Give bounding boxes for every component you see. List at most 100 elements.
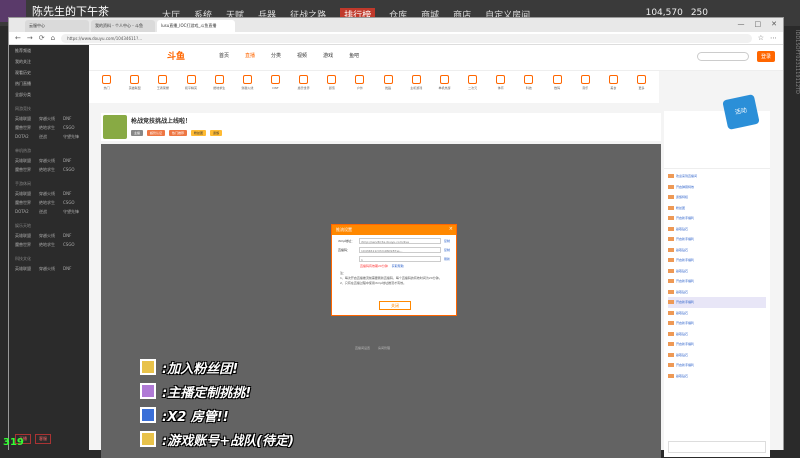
category-item[interactable]: 颜值 <box>320 75 343 99</box>
rtmp-row: rtmp地址： rtmp://sendtc3a.douyu.com/live 复… <box>332 235 456 244</box>
sidebar-game[interactable]: DOTA2 <box>15 134 35 140</box>
room-tag[interactable]: 粉丝团 <box>191 130 207 136</box>
login-button[interactable]: 登录 <box>756 51 775 62</box>
forward-icon[interactable]: → <box>27 34 33 42</box>
sidebar-game[interactable]: CSGO <box>63 200 83 206</box>
room-tag[interactable]: 主播 <box>131 130 144 136</box>
sidebar-game[interactable]: 英雄联盟 <box>15 233 35 239</box>
category-item[interactable]: 主机游戏 <box>405 75 428 99</box>
sidebar-game[interactable]: 英雄联盟 <box>15 191 35 197</box>
sidebar-item[interactable]: 推荐频道 <box>9 45 89 56</box>
category-item[interactable]: 音乐 <box>574 75 597 99</box>
category-item[interactable]: 魔兽世界 <box>292 75 315 99</box>
nav-item[interactable]: 视频 <box>297 52 307 59</box>
close-icon[interactable]: ✕ <box>771 20 777 28</box>
home-icon[interactable]: ⌂ <box>51 34 55 42</box>
maximize-icon[interactable]: □ <box>755 20 762 28</box>
sidebar-game[interactable]: CSGO <box>63 167 83 173</box>
sidebar-game[interactable]: CSGO <box>63 125 83 131</box>
sidebar-game[interactable]: 穿越火线 <box>39 233 59 239</box>
star-icon[interactable]: ☆ <box>758 34 764 42</box>
sidebar-game[interactable]: 魔兽世界 <box>15 125 35 131</box>
sidebar-game[interactable]: 逆战 <box>39 134 59 140</box>
sidebar-game[interactable]: 魔兽世界 <box>15 242 35 248</box>
browser-tab[interactable]: 云服中心 <box>25 20 89 32</box>
option-select[interactable]: 1 <box>359 256 441 262</box>
sidebar-game[interactable]: DNF <box>63 233 83 239</box>
sidebar-game[interactable]: 绝地求生 <box>39 200 59 206</box>
sidebar-game[interactable]: 绝地求生 <box>39 242 59 248</box>
sidebar-game[interactable]: 穿越火线 <box>39 191 59 197</box>
nav-item[interactable]: 游戏 <box>323 52 333 59</box>
nav-item[interactable]: 分类 <box>271 52 281 59</box>
category-item[interactable]: 二次元 <box>461 75 484 99</box>
sidebar-item[interactable]: 观看历史 <box>9 67 89 78</box>
sidebar-game[interactable]: 英雄联盟 <box>15 116 35 122</box>
room-tag[interactable]: 超管认证 <box>147 130 166 136</box>
category-item[interactable]: 舞蹈 <box>377 75 400 99</box>
category-item[interactable]: 热门 <box>95 75 118 99</box>
category-item[interactable]: 穿越火线 <box>236 75 259 99</box>
browser-tab[interactable]: 我的资料 - 个人中心 - 斗鱼 <box>91 20 155 32</box>
category-item[interactable]: 美食 <box>602 75 625 99</box>
room-tag[interactable]: 热门推荐 <box>169 130 188 136</box>
reload-icon[interactable]: ⟳ <box>39 34 45 42</box>
sidebar-item[interactable]: 热门直播 <box>9 78 89 89</box>
room-settings-link[interactable]: 直播间设置 <box>355 346 370 350</box>
sidebar-game[interactable]: 英雄联盟 <box>15 266 35 272</box>
sidebar-game[interactable]: DNF <box>63 116 83 122</box>
dialog-close-button[interactable]: 关闭 <box>379 301 411 310</box>
category-item[interactable]: 和平精英 <box>179 75 202 99</box>
sidebar-game[interactable]: 魔兽世界 <box>15 167 35 173</box>
sidebar-game[interactable]: 穿越火线 <box>39 266 59 272</box>
site-logo[interactable]: 斗鱼 <box>167 49 185 62</box>
sidebar-game[interactable]: 守望先锋 <box>63 209 83 215</box>
room-tag[interactable]: 贵族 <box>210 130 223 136</box>
back-icon[interactable]: ← <box>15 34 21 42</box>
menu-icon[interactable]: ⋯ <box>770 34 777 42</box>
sidebar-game[interactable]: 穿越火线 <box>39 158 59 164</box>
url-input[interactable]: https://www.douyu.com/10434611?... <box>61 33 752 43</box>
sidebar-game[interactable]: DNF <box>63 191 83 197</box>
sidebar-game[interactable]: 守望先锋 <box>63 134 83 140</box>
sidebar-game[interactable]: 绝地求生 <box>39 125 59 131</box>
category-item[interactable]: 英雄联盟 <box>123 75 146 99</box>
category-item[interactable]: 更多 <box>630 75 653 99</box>
sidebar-game[interactable]: DOTA2 <box>15 209 35 215</box>
sidebar-game[interactable]: 英雄联盟 <box>15 158 35 164</box>
category-item[interactable]: DNF <box>264 75 287 99</box>
nav-item[interactable]: 首页 <box>219 52 229 59</box>
refresh-link[interactable]: 刷新 <box>444 257 450 261</box>
stream-code-field[interactable]: 10434611rOhm9NVk87ss... <box>359 247 441 253</box>
sidebar-game[interactable]: 穿越火线 <box>39 116 59 122</box>
sidebar-game[interactable]: DNF <box>63 266 83 272</box>
category-item[interactable]: 科技 <box>517 75 540 99</box>
sidebar-item[interactable]: 全部分类 <box>9 89 89 100</box>
category-item[interactable]: 体育 <box>489 75 512 99</box>
room-avatar[interactable] <box>103 115 127 139</box>
search-input[interactable] <box>696 52 749 61</box>
sidebar-game[interactable]: 绝地求生 <box>39 167 59 173</box>
sidebar-game[interactable]: CSGO <box>63 242 83 248</box>
category-item[interactable]: 数码 <box>546 75 569 99</box>
nav-item-active[interactable]: 直播 <box>245 52 255 59</box>
room-manage-link[interactable]: 房间管理 <box>378 346 390 350</box>
dialog-close-icon[interactable]: × <box>449 226 453 232</box>
chat-input[interactable] <box>668 441 766 453</box>
category-item[interactable]: 绝地求生 <box>208 75 231 99</box>
browser-tab-active[interactable]: lusu直播_IOC打游戏_斗鱼直播 <box>157 20 235 32</box>
help-link[interactable]: 获取帮助 <box>392 264 404 268</box>
rtmp-url-field[interactable]: rtmp://sendtc3a.douyu.com/live <box>359 238 441 244</box>
sidebar-game[interactable]: 逆战 <box>39 209 59 215</box>
copy-rtmp-link[interactable]: 复制 <box>444 239 450 243</box>
category-item[interactable]: 单机热游 <box>433 75 456 99</box>
copy-code-link[interactable]: 复制 <box>444 248 450 252</box>
sidebar-game[interactable]: DNF <box>63 158 83 164</box>
support-button[interactable]: 客服 <box>35 434 51 444</box>
category-item[interactable]: 户外 <box>348 75 371 99</box>
sidebar-item[interactable]: 我的关注 <box>9 56 89 67</box>
sidebar-game[interactable]: 魔兽世界 <box>15 200 35 206</box>
category-item[interactable]: 王者荣耀 <box>151 75 174 99</box>
nav-item[interactable]: 鱼吧 <box>349 52 359 59</box>
minimize-icon[interactable]: — <box>738 20 745 28</box>
